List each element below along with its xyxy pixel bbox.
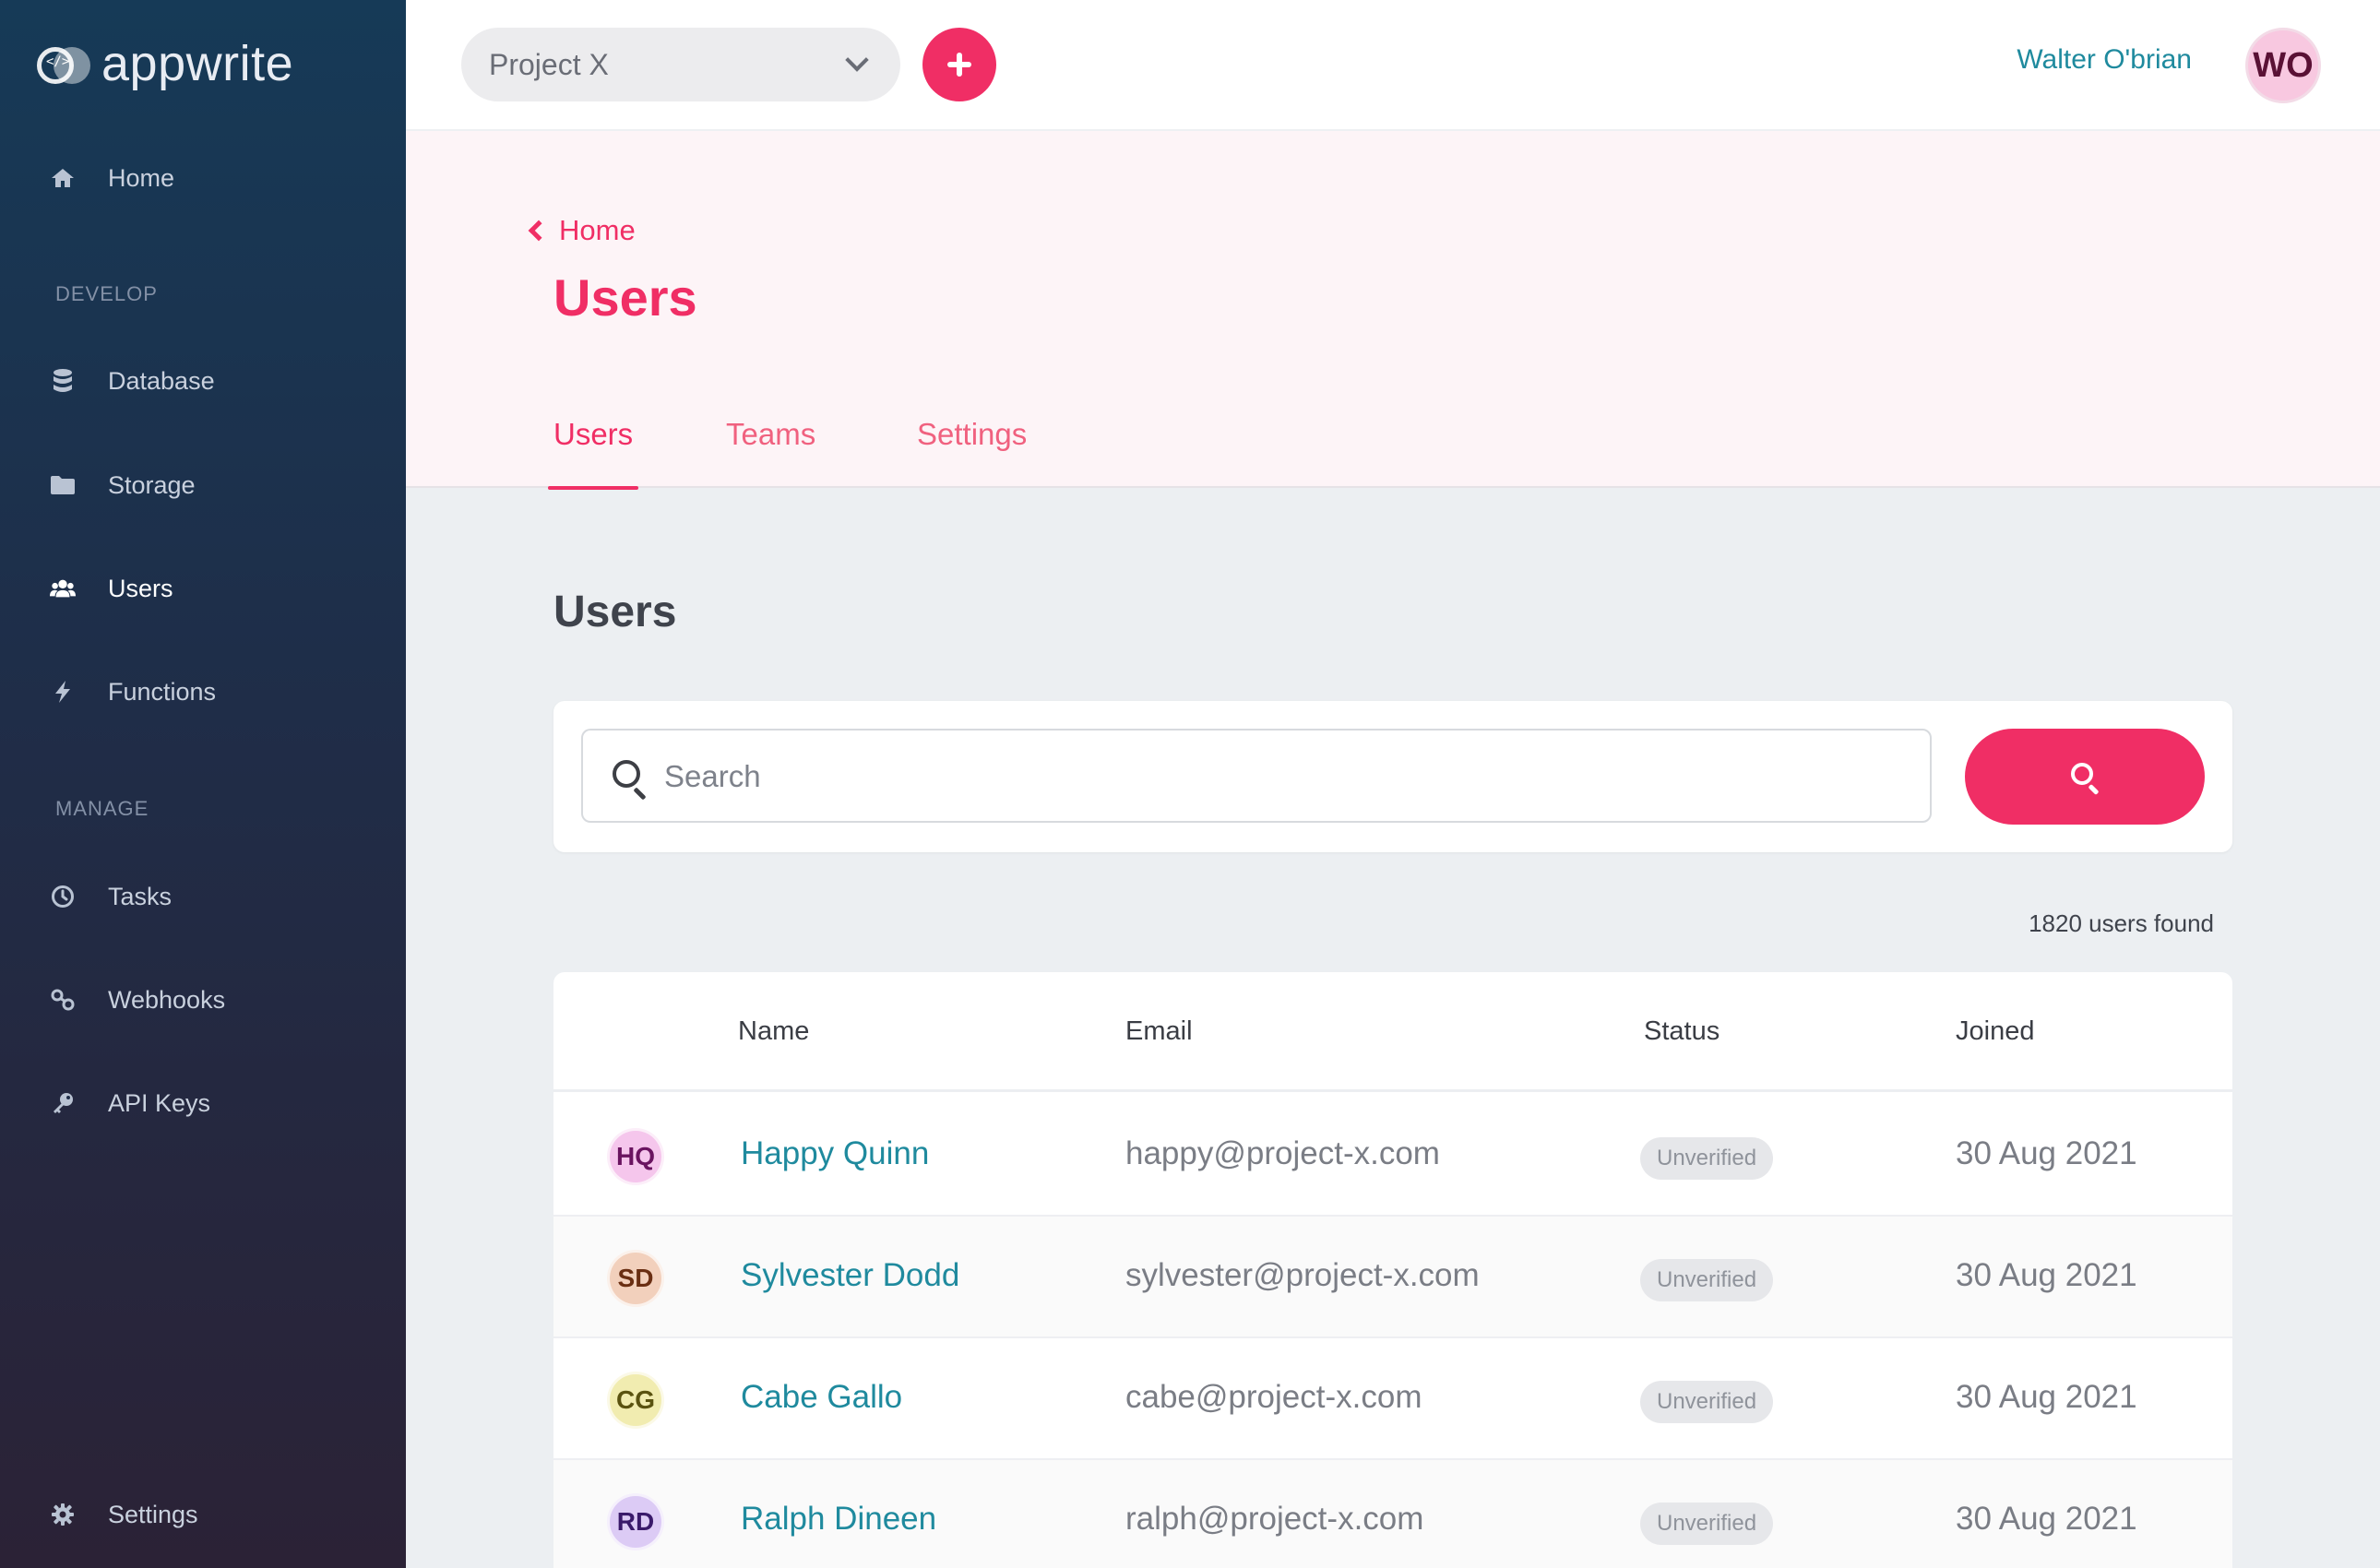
column-header-status: Status	[1644, 1016, 1720, 1046]
table-row[interactable]: RD Ralph Dineen ralph@project-x.com Unve…	[553, 1460, 2232, 1568]
joined-date: 30 Aug 2021	[1956, 1135, 2137, 1171]
user-name-link[interactable]: Happy Quinn	[741, 1135, 929, 1172]
sidebar-item-label: Tasks	[108, 882, 173, 910]
sidebar-item-label: Settings	[108, 1500, 198, 1528]
link-icon	[50, 987, 76, 1013]
project-select[interactable]: Project X	[461, 28, 900, 101]
joined-date: 30 Aug 2021	[1956, 1379, 2137, 1415]
database-icon	[50, 368, 76, 394]
sidebar-item-label: Users	[108, 574, 173, 602]
section-label-manage: MANAGE	[55, 797, 149, 820]
add-project-button[interactable]	[922, 28, 996, 101]
key-icon	[50, 1090, 76, 1116]
brand-name: appwrite	[101, 36, 294, 91]
bolt-icon	[50, 679, 76, 705]
users-found-count: 1820 users found	[2029, 909, 2214, 937]
sidebar-item-label: Home	[108, 163, 175, 192]
user-name-link[interactable]: Cabe Gallo	[741, 1379, 902, 1416]
page-header: Home Users Users Teams Settings	[406, 131, 2380, 490]
page-title: Users	[553, 268, 697, 327]
sidebar-item-database[interactable]: Database	[0, 353, 406, 409]
sidebar-item-users[interactable]: Users	[0, 561, 406, 616]
search-button[interactable]	[1965, 729, 2205, 825]
user-name-link[interactable]: Sylvester Dodd	[741, 1257, 959, 1294]
status-badge: Unverified	[1640, 1503, 1774, 1545]
sidebar-item-label: Database	[108, 366, 215, 395]
table-row[interactable]: CG Cabe Gallo cabe@project-x.com Unverif…	[553, 1338, 2232, 1460]
sidebar-item-webhooks[interactable]: Webhooks	[0, 972, 406, 1028]
joined-date: 30 Aug 2021	[1956, 1257, 2137, 1293]
back-link-label: Home	[559, 214, 636, 246]
table-row[interactable]: SD Sylvester Dodd sylvester@project-x.co…	[553, 1217, 2232, 1338]
search-card	[553, 701, 2232, 852]
search-icon	[613, 760, 640, 788]
user-avatar: HQ	[607, 1128, 664, 1185]
user-avatar: SD	[607, 1250, 664, 1307]
sidebar-item-label: Webhooks	[108, 985, 226, 1014]
sidebar-item-functions[interactable]: Functions	[0, 664, 406, 719]
user-name-link[interactable]: Ralph Dineen	[741, 1501, 936, 1538]
topbar: Project X Walter O'brian WO	[406, 0, 2380, 131]
user-email: happy@project-x.com	[1125, 1135, 1440, 1171]
status-badge: Unverified	[1640, 1137, 1774, 1180]
section-title: Users	[553, 588, 677, 636]
table-header: Name Email Status Joined	[553, 972, 2232, 1092]
appwrite-logo[interactable]: </> appwrite	[37, 35, 293, 92]
user-avatar: RD	[607, 1493, 664, 1550]
home-icon	[50, 165, 76, 191]
user-avatar: CG	[607, 1372, 664, 1429]
sidebar-item-label: API Keys	[108, 1088, 211, 1117]
status-badge: Unverified	[1640, 1381, 1774, 1423]
sidebar-item-home[interactable]: Home	[0, 150, 406, 206]
user-email: cabe@project-x.com	[1125, 1379, 1422, 1415]
sidebar-item-settings[interactable]: Settings	[0, 1487, 406, 1542]
sidebar-item-storage[interactable]: Storage	[0, 457, 406, 513]
sidebar-item-label: Functions	[108, 677, 217, 706]
column-header-email: Email	[1125, 1016, 1193, 1046]
search-icon	[2071, 763, 2093, 785]
joined-date: 30 Aug 2021	[1956, 1501, 2137, 1537]
users-table: Name Email Status Joined HQ Happy Quinn …	[553, 972, 2232, 1568]
sidebar-item-api-keys[interactable]: API Keys	[0, 1075, 406, 1131]
column-header-joined: Joined	[1956, 1016, 2035, 1046]
search-field	[581, 729, 1932, 823]
column-header-name: Name	[738, 1016, 810, 1046]
gear-icon	[50, 1502, 76, 1527]
status-badge: Unverified	[1640, 1259, 1774, 1301]
back-link-home[interactable]: Home	[526, 214, 636, 247]
tab-teams[interactable]: Teams	[720, 417, 821, 488]
user-name-link[interactable]: Walter O'brian	[2017, 44, 2192, 76]
folder-icon	[50, 472, 76, 498]
user-avatar[interactable]: WO	[2245, 28, 2321, 103]
user-email: ralph@project-x.com	[1125, 1501, 1424, 1537]
project-select-value: Project X	[489, 47, 609, 81]
sidebar-item-label: Storage	[108, 470, 196, 499]
sidebar: </> appwrite Home DEVELOP Database Stora…	[0, 0, 406, 1568]
tab-settings[interactable]: Settings	[911, 417, 1032, 488]
user-email: sylvester@project-x.com	[1125, 1257, 1480, 1293]
chevron-left-icon	[528, 220, 550, 242]
table-row[interactable]: HQ Happy Quinn happy@project-x.com Unver…	[553, 1095, 2232, 1217]
clock-icon	[50, 884, 76, 909]
section-label-develop: DEVELOP	[55, 282, 158, 305]
users-icon	[50, 576, 76, 601]
chevron-down-icon	[845, 48, 869, 72]
appwrite-logo-icon: </>	[37, 43, 92, 84]
tab-users[interactable]: Users	[548, 417, 639, 490]
sidebar-item-tasks[interactable]: Tasks	[0, 869, 406, 924]
search-input[interactable]	[664, 751, 1900, 802]
